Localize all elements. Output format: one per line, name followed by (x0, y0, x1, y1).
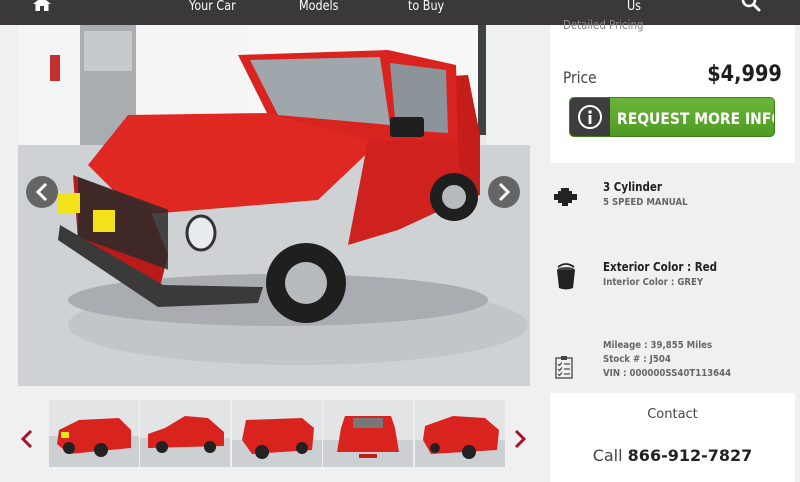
next-photo-button[interactable] (488, 176, 520, 208)
nav-item-models[interactable]: Models (299, 0, 338, 14)
prev-photo-button[interactable] (26, 176, 58, 208)
checklist-icon (555, 356, 573, 379)
call-label: Call (592, 446, 623, 465)
nav-item-your-car[interactable]: Your Car (189, 0, 236, 14)
paint-bucket-icon (557, 263, 575, 290)
vin-spec: VIN : 000000SS40T113644 (603, 368, 732, 379)
phone-number[interactable]: 866-912-7827 (628, 446, 753, 465)
detailed-pricing-link[interactable]: Detailed Pricing (563, 18, 643, 32)
chevron-left-icon (35, 183, 48, 201)
thumbnails-prev-icon[interactable] (20, 430, 34, 448)
search-icon[interactable] (741, 0, 761, 12)
mileage-spec: Mileage : 39,855 Miles (603, 340, 713, 351)
exterior-color-spec: Exterior Color : Red (603, 260, 718, 274)
chevron-right-icon (498, 183, 511, 201)
engine-icon (554, 188, 577, 206)
interior-color-spec: Interior Color : GREY (603, 277, 704, 288)
thumbnail[interactable] (415, 400, 505, 467)
stock-number-spec: Stock # : J504 (603, 354, 671, 365)
contact-title: Contact (647, 407, 698, 422)
thumbnail[interactable] (323, 400, 413, 467)
thumbnails-next-icon[interactable] (513, 430, 527, 448)
price-value: $4,999 (707, 62, 782, 87)
thumbnail[interactable] (232, 400, 322, 467)
thumbnail-strip (0, 386, 549, 482)
info-icon-box (570, 98, 610, 136)
nav-item-us[interactable]: Us (627, 0, 641, 14)
top-nav-bar: Your Car Models to Buy Us (0, 0, 800, 25)
main-vehicle-photo (18, 25, 530, 386)
thumbnail[interactable] (49, 400, 139, 467)
home-icon[interactable] (33, 0, 51, 11)
pricing-card (550, 25, 795, 163)
request-button-label: REQUEST MORE INFO (617, 109, 775, 128)
price-label: Price (563, 68, 597, 87)
engine-spec: 3 Cylinder (603, 180, 662, 194)
call-line[interactable]: Call 866-912-7827 (550, 446, 795, 465)
thumbnail[interactable] (140, 400, 230, 467)
request-more-info-button[interactable]: REQUEST MORE INFO (569, 97, 775, 137)
nav-item-to-buy[interactable]: to Buy (408, 0, 444, 14)
transmission-spec: 5 SPEED MANUAL (603, 197, 688, 208)
info-icon (578, 105, 602, 129)
